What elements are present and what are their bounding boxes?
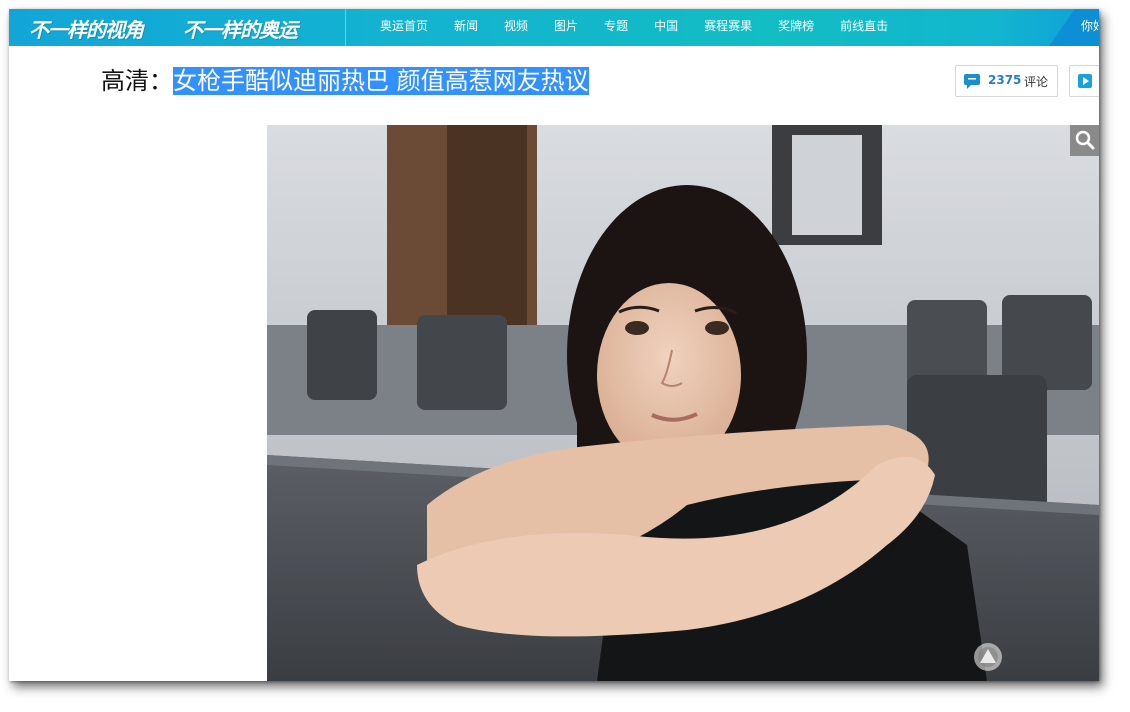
brand-slogan-1: 不一样的视角 bbox=[29, 18, 144, 42]
nav-news[interactable]: 新闻 bbox=[454, 9, 478, 46]
nav-medal-table[interactable]: 奖牌榜 bbox=[778, 9, 814, 46]
brand-logo[interactable]: 不一样的视角 不一样的奥运 bbox=[9, 9, 346, 46]
nav-china[interactable]: 中国 bbox=[654, 9, 678, 46]
nav-topics[interactable]: 专题 bbox=[604, 9, 628, 46]
main-photo[interactable] bbox=[267, 125, 1099, 681]
nav-photos[interactable]: 图片 bbox=[554, 9, 578, 46]
slideshow-play-button[interactable] bbox=[1069, 65, 1099, 97]
page-title: 高清：女枪手酷似迪丽热巴 颜值高惹网友热议 bbox=[101, 64, 589, 98]
nav-video[interactable]: 视频 bbox=[504, 9, 528, 46]
nav-schedule-results[interactable]: 赛程赛果 bbox=[704, 9, 752, 46]
top-nav-bar: 不一样的视角 不一样的奥运 奥运首页 新闻 视频 图片 专题 中国 赛程赛果 奖… bbox=[9, 9, 1099, 46]
comment-count: 2375 bbox=[988, 73, 1022, 87]
play-icon bbox=[1078, 74, 1092, 88]
title-prefix: 高清： bbox=[101, 67, 173, 95]
speech-bubble-icon bbox=[964, 74, 980, 89]
browser-window: 不一样的视角 不一样的奥运 奥运首页 新闻 视频 图片 专题 中国 赛程赛果 奖… bbox=[9, 9, 1099, 681]
main-nav: 奥运首页 新闻 视频 图片 专题 中国 赛程赛果 奖牌榜 前线直击 bbox=[380, 9, 914, 46]
zoom-button[interactable] bbox=[1070, 125, 1099, 156]
photo-illustration bbox=[267, 125, 1099, 681]
nav-olympics-home[interactable]: 奥运首页 bbox=[380, 9, 428, 46]
search-icon bbox=[1075, 130, 1095, 150]
nav-frontline[interactable]: 前线直击 bbox=[840, 9, 888, 46]
comment-label: 评论 bbox=[1024, 75, 1049, 89]
brand-slogan-2: 不一样的奥运 bbox=[183, 18, 298, 42]
title-main-selected: 女枪手酷似迪丽热巴 颜值高惹网友热议 bbox=[173, 67, 589, 95]
comments-button[interactable]: 2375 评论 bbox=[955, 65, 1058, 97]
site-logo-watermark bbox=[972, 641, 1004, 673]
user-greeting[interactable]: 你好 bbox=[1081, 9, 1099, 44]
